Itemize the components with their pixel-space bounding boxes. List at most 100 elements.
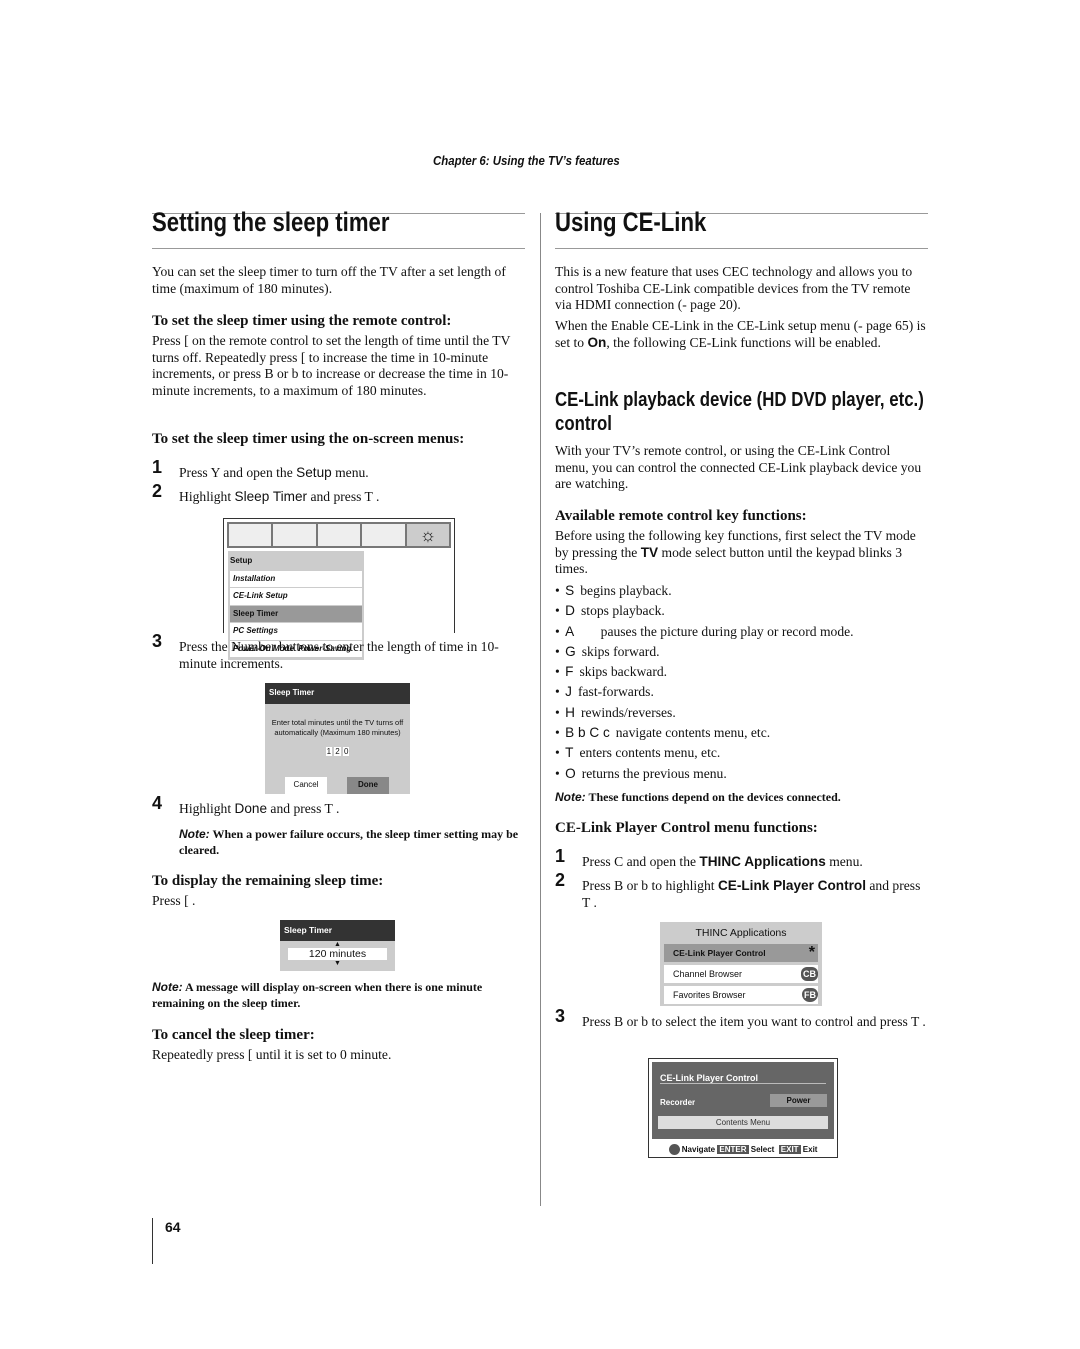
dialog-message: Enter total minutes until the TV turns o… — [271, 717, 404, 737]
key-function-item: • Gskips forward. — [555, 643, 660, 659]
favorites-heart-icon: FB — [802, 987, 818, 1002]
keys-intro: Before using the following key functions… — [555, 528, 916, 576]
remaining-heading: To display the remaining sleep time: — [152, 873, 384, 889]
key-function-item: • Oreturns the previous menu. — [555, 765, 727, 781]
key-description: navigate contents menu, etc. — [615, 725, 771, 741]
exit-key-icon: EXIT — [778, 1145, 801, 1154]
column-divider — [540, 213, 541, 1206]
remaining-time-box: Sleep Timer ▲ 120 minutes ▼ — [280, 920, 395, 971]
channel-browser-icon: CB — [801, 966, 818, 981]
box-title: Sleep Timer — [280, 920, 395, 941]
step-number: 2 — [555, 870, 566, 890]
menu-item-favorites-browser[interactable]: Favorites Browser FB — [664, 985, 818, 1004]
step-text: Press B or b to select the item you want… — [582, 1014, 926, 1029]
menu-item-ce-link-player-control[interactable]: CE-Link Player Control * — [664, 943, 818, 962]
menu-heading: To set the sleep timer using the on-scre… — [152, 431, 465, 447]
intro-text: You can set the sleep timer to turn off … — [152, 264, 506, 296]
recorder-label: Recorder — [660, 1098, 696, 1107]
done-button[interactable]: Done — [347, 777, 389, 794]
remaining-text: Press [ . — [152, 893, 196, 908]
key-function-item: • Jfast-forwards. — [555, 684, 654, 700]
divider — [660, 1083, 826, 1084]
ce-link-icon: * — [808, 943, 815, 961]
section-title: Using CE-Link — [555, 207, 707, 237]
menu-item-sleep-timer[interactable]: Sleep Timer — [230, 605, 362, 622]
key-symbol: G — [565, 643, 576, 659]
key-symbol: H — [565, 704, 575, 720]
sound-icon — [273, 524, 316, 546]
note-power-failure: Note: When a power failure occurs, the s… — [179, 827, 519, 857]
key-function-item: • Fskips backward. — [555, 664, 668, 680]
step-number: 2 — [152, 481, 163, 501]
picture-icon — [229, 524, 272, 546]
navigate-pad-icon — [668, 1144, 680, 1156]
key-description: skips forward. — [581, 643, 660, 659]
key-description: fast-forwards. — [577, 684, 654, 700]
step-text: Press B or b to highlight CE-Link Player… — [582, 878, 921, 910]
step-number: 4 — [152, 793, 163, 813]
key-symbol: B b C c — [565, 725, 610, 741]
intro-text: This is a new feature that uses CEC tech… — [555, 264, 913, 312]
key-function-item: • Hrewinds/reverses. — [555, 704, 676, 720]
key-symbol: D — [565, 603, 575, 619]
cancel-heading: To cancel the sleep timer: — [152, 1027, 315, 1043]
setup-menu-screen: ☼ Setup Installation CE-Link Setup Sleep… — [223, 518, 455, 660]
menu-item-pc-settings[interactable]: PC Settings — [230, 623, 362, 640]
cancel-button[interactable]: Cancel — [285, 777, 327, 794]
player-heading: CE-Link Player Control menu functions: — [555, 820, 818, 836]
menu-item-ce-link-setup[interactable]: CE-Link Setup — [230, 588, 362, 605]
step-text: Press Y and open the Setup menu. — [179, 465, 369, 480]
step-number: 1 — [152, 457, 163, 477]
manual-page: Chapter 6: Using the TV’s features Setti… — [0, 0, 1080, 1349]
note-devices: Note: These functions depend on the devi… — [555, 790, 841, 804]
key-description: skips backward. — [579, 664, 668, 680]
remaining-value: 120 minutes — [288, 947, 387, 960]
sleep-timer-dialog: Sleep Timer Enter total minutes until th… — [265, 683, 410, 794]
menu-item-channel-browser[interactable]: Channel Browser CB — [664, 964, 818, 983]
menu-title: Setup — [230, 556, 253, 565]
key-symbol: O — [565, 765, 576, 781]
step-number: 1 — [555, 846, 566, 866]
menu-title: THINC Applications — [695, 927, 787, 939]
contents-menu-button[interactable]: Contents Menu — [658, 1116, 828, 1129]
keys-heading: Available remote control key functions: — [555, 508, 807, 524]
dialog-title: Sleep Timer — [265, 683, 410, 704]
down-arrow-icon: ▼ — [334, 959, 341, 967]
chapter-header: Chapter 6: Using the TV’s features — [433, 153, 620, 168]
intro-text-2: When the Enable CE-Link in the CE-Link s… — [555, 318, 926, 350]
step-number: 3 — [152, 631, 163, 651]
subsection-text: With your TV’s remote control, or using … — [555, 443, 922, 491]
preferences-icon — [317, 524, 361, 546]
key-function-item: • Dstops playback. — [555, 603, 665, 619]
lock-icon — [362, 524, 405, 546]
panel-title: CE-Link Player Control — [660, 1073, 759, 1083]
footer-rule — [152, 1218, 153, 1264]
key-function-item: • Tenters contents menu, etc. — [555, 745, 721, 761]
menu-icon-bar: ☼ — [227, 522, 451, 548]
key-function-item: • Sbegins playback. — [555, 583, 672, 598]
navigation-legend: Navigate ENTER Select EXIT Exit — [649, 1142, 837, 1159]
key-symbol: T — [565, 745, 574, 761]
menu-item-installation[interactable]: Installation — [230, 570, 362, 587]
remote-heading: To set the sleep timer using the remote … — [152, 313, 452, 329]
step-number: 3 — [555, 1006, 566, 1026]
minutes-input[interactable]: 1 2 0 — [265, 744, 410, 761]
key-symbol: F — [565, 664, 574, 680]
thinc-applications-menu: THINC Applications CE-Link Player Contro… — [660, 922, 822, 1006]
key-description: begins playback. — [580, 583, 672, 598]
subsection-title: CE-Link playback device (HD DVD player, … — [555, 389, 924, 435]
key-description: pauses the picture during play or record… — [580, 623, 854, 639]
section-title: Setting the sleep timer — [152, 207, 390, 237]
enter-key-icon: ENTER — [717, 1145, 749, 1154]
ce-link-player-control-screen: CE-Link Player Control Recorder Power Co… — [648, 1058, 838, 1158]
step-text: Highlight Done and press T . — [179, 801, 340, 816]
key-description: enters contents menu, etc. — [579, 745, 721, 761]
key-symbol: J — [565, 684, 572, 700]
key-function-item: • B b C c navigate contents menu, etc. — [555, 725, 771, 741]
power-button[interactable]: Power — [770, 1094, 827, 1107]
key-description: returns the previous menu. — [581, 765, 727, 781]
step-text: Press C and open the THINC Applications … — [582, 854, 863, 869]
rule — [555, 248, 928, 249]
key-description: rewinds/reverses. — [581, 704, 676, 720]
step-text: Press the Number buttons to enter the le… — [179, 639, 499, 671]
